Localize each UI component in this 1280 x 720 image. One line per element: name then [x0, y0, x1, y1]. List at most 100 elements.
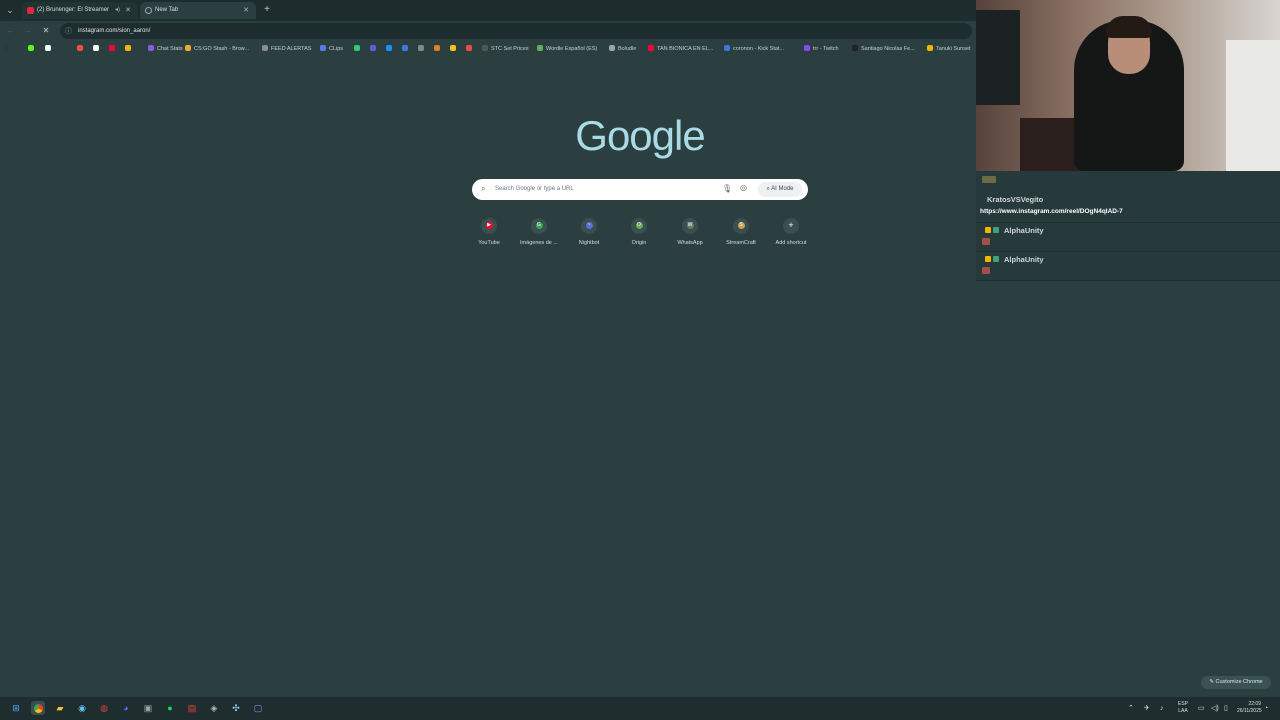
bookmark-item[interactable]: STC Set Prices	[482, 41, 529, 58]
chat-username: KratosVSVegito	[987, 195, 1044, 204]
stop-loading-icon[interactable]: ✕	[40, 25, 52, 37]
shortcut-tile[interactable]: G Imágenes de ...	[517, 218, 561, 246]
shortcut-tile[interactable]: ▶ YouTube	[467, 218, 511, 246]
bookmark-label: trr - Twitch	[813, 46, 839, 52]
bookmark-item[interactable]	[450, 41, 459, 58]
shortcut-glyph: W	[686, 221, 694, 229]
speaker-icon[interactable]: ◂)	[115, 2, 120, 19]
network-icon[interactable]: ▭	[1198, 697, 1205, 720]
bookmark-item[interactable]	[418, 41, 427, 58]
address-bar[interactable]: ⓘ instagram.com/sion_aaron/	[60, 23, 972, 39]
bookmark-item[interactable]	[466, 41, 475, 58]
shortcut-tile[interactable]: W WhatsApp	[668, 218, 712, 246]
discord-icon[interactable]: ◕	[119, 701, 133, 715]
bookmark-item[interactable]: Boludle	[609, 41, 636, 58]
shortcut-glyph: ▶	[485, 221, 493, 229]
bookmark-item[interactable]	[402, 41, 411, 58]
bookmark-item[interactable]: TAN BIONICA EN EL...	[648, 41, 713, 58]
bookmark-favicon-icon	[537, 45, 543, 51]
bookmark-item[interactable]: CS:GO Stash - Brow...	[185, 41, 249, 58]
bookmark-favicon-icon	[482, 45, 488, 51]
bookmark-item[interactable]	[370, 41, 379, 58]
clock[interactable]: 22:09 26/11/2025	[1237, 701, 1262, 715]
app-window-icon[interactable]: ▣	[141, 701, 155, 715]
windows-start-icon[interactable]: ⊞	[9, 701, 23, 715]
app-icon[interactable]: ▢	[251, 701, 265, 715]
bookmark-favicon-icon	[28, 45, 34, 51]
bookmark-item[interactable]	[93, 41, 102, 58]
bookmark-label: FEED ALERTAS	[271, 46, 312, 52]
file-explorer-icon[interactable]: ▰	[53, 701, 67, 715]
shortcut-favicon-icon: G	[531, 218, 547, 234]
bookmark-favicon-icon	[45, 45, 51, 51]
shortcut-tile[interactable]: ~ Nightbot	[567, 218, 611, 246]
bookmark-item[interactable]: Chat Stats	[148, 41, 183, 58]
microphone-icon[interactable]: 🎙	[722, 184, 732, 193]
browser-toolbar: ← → ✕ ⓘ instagram.com/sion_aaron/	[0, 21, 976, 41]
bookmark-item[interactable]: Santiago Nicolas Fe...	[852, 41, 915, 58]
ai-mode-button[interactable]: ⌕ AI Mode	[758, 182, 802, 197]
bookmark-item[interactable]	[77, 41, 86, 58]
bookmark-item[interactable]: CLips	[320, 41, 343, 58]
badge-icon	[985, 227, 991, 233]
bookmark-favicon-icon	[418, 45, 424, 51]
tab-brunenger[interactable]: (2) Brunenger: El Streamer ◂) ✕	[22, 2, 138, 19]
bookmark-item[interactable]	[354, 41, 363, 58]
shortcut-tile[interactable]: S StreamCraft	[719, 218, 763, 246]
bookmark-item[interactable]: FEED ALERTAS	[262, 41, 311, 58]
tray-app-icon[interactable]: ✈	[1144, 697, 1150, 720]
google-logo: Google	[575, 112, 705, 159]
language-indicator[interactable]: ESP LAA	[1176, 701, 1190, 715]
bookmark-item[interactable]	[28, 41, 37, 58]
bookmark-favicon-icon	[77, 45, 83, 51]
bookmark-label: Santiago Nicolas Fe...	[861, 46, 915, 52]
notification-bell-icon[interactable]: ◔	[1264, 697, 1268, 720]
customize-chrome-button[interactable]: ✎ Customize Chrome	[1201, 676, 1271, 689]
chat-username: AlphaUnity	[1004, 226, 1044, 235]
shortcut-tile[interactable]: O Origin	[617, 218, 661, 246]
bookmarks-bar: Chat Stats CS:GO Stash - Brow... FEED ALER…	[0, 41, 976, 58]
apps-grid-icon[interactable]	[4, 41, 13, 58]
close-tab-icon[interactable]: ✕	[243, 2, 249, 19]
app-icon[interactable]: ▤	[185, 701, 199, 715]
chrome-icon[interactable]	[31, 701, 45, 715]
url-text[interactable]: instagram.com/sion_aaron/	[78, 23, 150, 39]
bookmark-item[interactable]: Tanuki Sunset	[927, 41, 971, 58]
search-box[interactable]: ⌕ Search Google or type a URL 🎙 ◎ ⌕ AI M…	[472, 179, 808, 200]
bookmark-favicon-icon	[354, 45, 360, 51]
bookmark-item[interactable]	[45, 41, 54, 58]
new-tab-button[interactable]: +	[260, 3, 274, 17]
bookmark-item[interactable]	[386, 41, 395, 58]
spotify-icon[interactable]: ●	[163, 701, 177, 715]
microphone-tray-icon[interactable]: ♪	[1160, 697, 1164, 720]
tab-new-tab[interactable]: New Tab ✕	[140, 2, 256, 19]
bookmark-item[interactable]	[109, 41, 118, 58]
bookmark-item[interactable]: coronon - Kick Stat...	[724, 41, 784, 58]
bookmark-favicon-icon	[262, 45, 268, 51]
steam-icon[interactable]: ◉	[75, 701, 89, 715]
language-code: ESP	[1177, 701, 1188, 707]
close-tab-icon[interactable]: ✕	[125, 2, 131, 19]
bookmark-item[interactable]	[434, 41, 443, 58]
search-input[interactable]: Search Google or type a URL	[495, 179, 574, 200]
lens-camera-icon[interactable]: ◎	[740, 183, 747, 192]
back-icon[interactable]: ←	[4, 25, 16, 37]
bookmark-label: CLips	[329, 46, 344, 52]
plus-icon: +	[783, 218, 799, 234]
app-icon[interactable]: ✣	[229, 701, 243, 715]
bookmark-item[interactable]	[125, 41, 134, 58]
battery-icon[interactable]: ▯	[1224, 697, 1228, 720]
tab-strip: ⌄ (2) Brunenger: El Streamer ◂) ✕ New Ta…	[0, 0, 976, 21]
tab-search-icon[interactable]: ⌄	[4, 4, 16, 16]
bookmark-favicon-icon	[185, 45, 191, 51]
app-icon[interactable]: ◍	[97, 701, 111, 715]
forward-icon[interactable]: →	[22, 25, 34, 37]
site-info-icon[interactable]: ⓘ	[65, 26, 72, 36]
bookmark-item[interactable]: trr - Twitch	[804, 41, 839, 58]
app-icon[interactable]: ◈	[207, 701, 221, 715]
tray-chevron-icon[interactable]: ⌃	[1128, 697, 1134, 720]
add-shortcut-button[interactable]: + Add shortcut	[769, 218, 813, 246]
bookmark-label: Boludle	[618, 46, 637, 52]
bookmark-item[interactable]: Wordle Español (ES)	[537, 41, 597, 58]
volume-icon[interactable]: ◁)	[1211, 697, 1219, 720]
